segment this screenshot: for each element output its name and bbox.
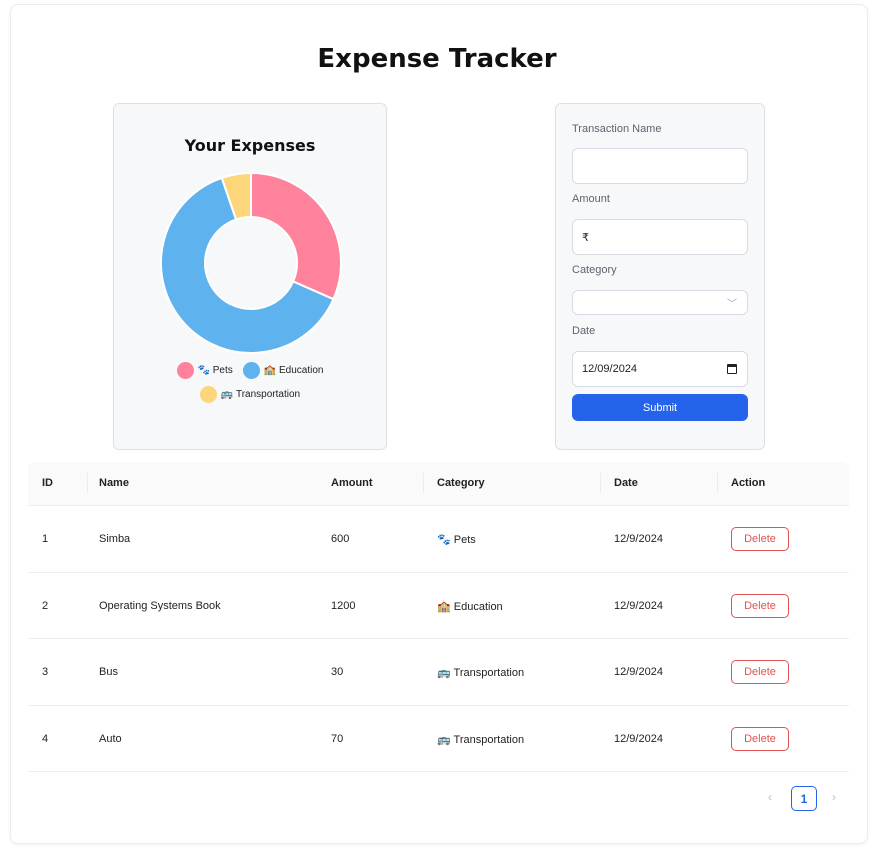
column-divider	[87, 473, 88, 493]
category-select[interactable]: ﹀	[572, 290, 748, 315]
column-header-amount: Amount	[331, 477, 373, 489]
cell-id: 2	[42, 599, 49, 612]
column-divider	[717, 473, 718, 493]
cell-name: Auto	[99, 732, 122, 745]
cell-date: 12/9/2024	[614, 599, 663, 612]
category-label: Category	[572, 264, 617, 276]
chart-legend-row: 🐾 Pets 🏫 Education	[114, 362, 386, 379]
pagination-page-button[interactable]: 1	[791, 786, 817, 811]
pagination-next-button[interactable]: ›	[832, 790, 836, 804]
table-row: 4 Auto 70 🚌 Transportation 12/9/2024 Del…	[28, 706, 849, 772]
amount-label: Amount	[572, 193, 610, 205]
pagination-prev-button[interactable]: ‹	[768, 790, 772, 804]
legend-item-pets[interactable]: 🐾 Pets	[176, 362, 233, 379]
column-header-id: ID	[42, 477, 53, 489]
cell-id: 3	[42, 666, 49, 678]
date-input[interactable]: 12/09/2024	[572, 351, 748, 387]
transaction-name-input[interactable]	[572, 148, 748, 184]
table-row: 1 Simba 600 🐾 Pets 12/9/2024 Delete	[28, 506, 849, 573]
cell-date: 12/9/2024	[614, 732, 663, 745]
legend-label-transportation: 🚌 Transportation	[220, 389, 301, 400]
date-label: Date	[572, 325, 596, 337]
calendar-icon[interactable]	[727, 364, 737, 374]
legend-swatch-transportation	[199, 386, 217, 403]
chart-title: Your Expenses	[184, 136, 316, 155]
legend-swatch-education	[242, 362, 260, 379]
table-header: ID Name Amount Category Date Action	[28, 462, 849, 506]
cell-name: Operating Systems Book	[99, 599, 221, 612]
column-header-category: Category	[437, 477, 485, 489]
chart-legend-row: 🚌 Transportation	[114, 386, 386, 403]
delete-button[interactable]: Delete	[731, 527, 789, 551]
amount-input[interactable]: ₹	[572, 219, 748, 255]
transactions-table: ID Name Amount Category Date Action 1 Si…	[28, 462, 849, 772]
cell-category: 🏫 Education	[437, 600, 503, 613]
transaction-name-label: Transaction Name	[572, 123, 662, 135]
cell-date: 12/9/2024	[614, 533, 663, 545]
column-header-action: Action	[731, 477, 766, 489]
submit-button[interactable]: Submit	[572, 394, 748, 421]
legend-item-transportation[interactable]: 🚌 Transportation	[199, 386, 301, 403]
table-row: 2 Operating Systems Book 1200 🏫 Educatio…	[28, 573, 849, 639]
column-header-date: Date	[614, 477, 638, 489]
delete-button[interactable]: Delete	[731, 726, 789, 751]
cell-amount: 30	[331, 666, 344, 678]
delete-button[interactable]: Delete	[731, 593, 789, 618]
date-input-value: 12/09/2024	[582, 363, 638, 375]
column-divider	[423, 473, 424, 493]
rupee-prefix: ₹	[582, 231, 589, 244]
cell-name: Bus	[99, 666, 118, 678]
table-row: 3 Bus 30 🚌 Transportation 12/9/2024 Dele…	[28, 639, 849, 706]
cell-amount: 600	[331, 533, 350, 545]
page-title: Expense Tracker	[317, 44, 557, 74]
cell-id: 1	[42, 533, 49, 545]
donut-slice-pets[interactable]	[250, 172, 342, 301]
legend-item-education[interactable]: 🏫 Education	[242, 362, 324, 379]
cell-category: 🚌 Transportation	[437, 733, 525, 746]
cell-id: 4	[42, 732, 49, 745]
cell-category: 🐾 Pets	[437, 534, 476, 546]
cell-amount: 70	[331, 732, 344, 745]
chevron-down-icon: ﹀	[727, 299, 737, 310]
delete-button[interactable]: Delete	[731, 660, 789, 684]
add-transaction-form: Transaction Name Amount ₹ Category ﹀ Dat…	[555, 103, 765, 450]
legend-label-education: 🏫 Education	[263, 365, 324, 376]
expenses-donut-chart	[160, 172, 342, 354]
cell-amount: 1200	[331, 599, 356, 612]
column-header-name: Name	[99, 477, 129, 489]
cell-date: 12/9/2024	[614, 666, 663, 678]
legend-swatch-pets	[176, 362, 194, 379]
column-divider	[600, 473, 601, 493]
cell-name: Simba	[99, 533, 131, 545]
expenses-chart-panel: Your Expenses 🐾 Pets 🏫 Education 🚌 Trans…	[113, 103, 387, 450]
legend-label-pets: 🐾 Pets	[197, 365, 233, 376]
cell-category: 🚌 Transportation	[437, 667, 525, 679]
